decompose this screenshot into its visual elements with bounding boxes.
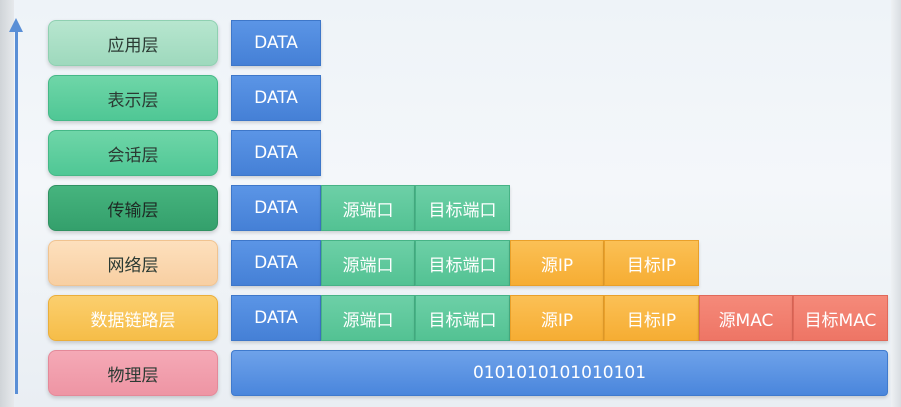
layer-network: 网络层 <box>48 240 218 286</box>
layer-label: 会话层 <box>107 145 159 166</box>
bitstream-block: 0101010101010101 <box>231 350 888 396</box>
dst-ip-block: 目标IP <box>604 240 699 286</box>
osi-encapsulation-diagram: 应用层 表示层 会话层 传输层 网络层 数据链路层 物理层 DATA DATA … <box>0 0 901 407</box>
data-block: DATA <box>231 75 321 121</box>
layer-label: 网络层 <box>107 255 159 276</box>
src-port-block: 源端口 <box>321 295 415 341</box>
up-arrow-shaft <box>15 30 18 394</box>
layer-label: 传输层 <box>107 200 159 221</box>
layer-label: 表示层 <box>107 90 159 111</box>
layer-label: 数据链路层 <box>90 310 176 331</box>
dst-port-block: 目标端口 <box>415 185 510 231</box>
layer-presentation: 表示层 <box>48 75 218 121</box>
dst-port-block: 目标端口 <box>415 295 510 341</box>
data-block: DATA <box>231 130 321 176</box>
layer-session: 会话层 <box>48 130 218 176</box>
data-block: DATA <box>231 295 321 341</box>
layer-transport: 传输层 <box>48 185 218 231</box>
layer-application: 应用层 <box>48 20 218 66</box>
data-block: DATA <box>231 185 321 231</box>
layer-label: 应用层 <box>107 35 159 56</box>
layer-data-link: 数据链路层 <box>48 295 218 341</box>
dst-port-block: 目标端口 <box>415 240 510 286</box>
data-block: DATA <box>231 20 321 66</box>
src-port-block: 源端口 <box>321 240 415 286</box>
src-ip-block: 源IP <box>510 240 604 286</box>
src-mac-block: 源MAC <box>699 295 793 341</box>
dst-mac-block: 目标MAC <box>793 295 888 341</box>
layer-physical: 物理层 <box>48 350 218 396</box>
dst-ip-block: 目标IP <box>604 295 699 341</box>
src-ip-block: 源IP <box>510 295 604 341</box>
src-port-block: 源端口 <box>321 185 415 231</box>
layer-label: 物理层 <box>107 365 159 386</box>
data-block: DATA <box>231 240 321 286</box>
